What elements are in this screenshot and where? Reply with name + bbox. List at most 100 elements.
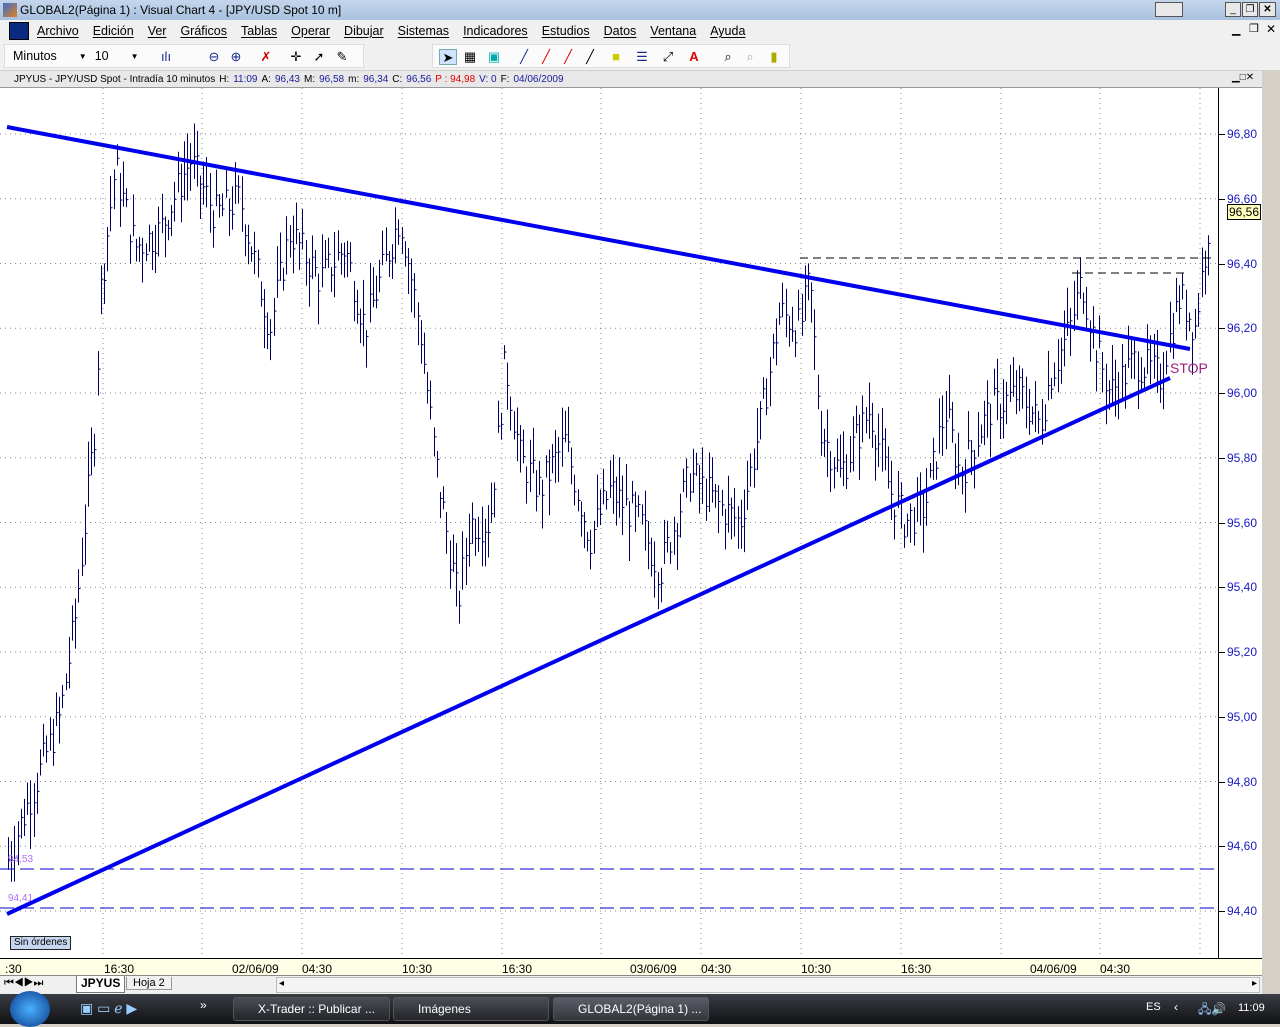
orders-status[interactable]: Sin órdenes <box>10 936 72 950</box>
projection-icon[interactable]: ⤢ <box>659 49 677 65</box>
price-tick-label: 95,80 <box>1227 450 1258 465</box>
time-axis: :30 16:30 02/06/09 04:30 10:30 16:30 03/06/09 0… <box>0 958 1262 976</box>
pen-icon[interactable]: ✎ <box>333 49 351 65</box>
rectangle-icon[interactable]: ■ <box>607 49 625 65</box>
chart-window-controls[interactable]: ▁□✕ <box>1232 72 1254 83</box>
segment-icon[interactable]: ╱ <box>581 49 599 65</box>
period-value: 10 <box>94 49 109 63</box>
tab-jpyus[interactable]: JPYUS <box>76 976 126 993</box>
menu-dibujar[interactable]: Dibujar <box>344 24 384 38</box>
fibonacci-icon[interactable]: ☰ <box>633 49 651 65</box>
ruler-icon[interactable]: ▦ <box>461 49 479 65</box>
price-tick <box>1219 911 1225 912</box>
level-label-upper: 94,53 <box>8 854 34 865</box>
chart-canvas <box>0 88 1218 958</box>
time-tick-label: 10:30 <box>402 962 433 976</box>
low-value: 96,34 <box>363 73 389 85</box>
chart-doc-icon[interactable] <box>9 22 29 40</box>
time-tick-label: :30 <box>5 962 22 976</box>
more-icon[interactable]: » <box>200 998 207 1012</box>
window-icon[interactable]: ▣ <box>485 49 503 65</box>
app-icon <box>3 3 17 17</box>
period-unit-select[interactable]: Minutos ▼ <box>13 49 87 63</box>
time-tick-label: 02/06/09 <box>232 962 279 976</box>
tab-hoja-2[interactable]: Hoja 2 <box>126 977 172 990</box>
price-tick <box>1219 328 1225 330</box>
menu-graficos[interactable]: Gráficos <box>180 24 227 38</box>
network-volume-icons[interactable]: 🖧🔊 <box>1198 1000 1226 1021</box>
price-chart[interactable]: 94,53 94,41 STOP <box>0 88 1218 958</box>
time-tick-label: 16:30 <box>104 962 135 976</box>
chevron-down-icon: ▼ <box>78 51 87 61</box>
menu-operar[interactable]: Operar <box>291 24 330 38</box>
time-tick-label: 10:30 <box>801 962 832 976</box>
text-icon[interactable]: A <box>685 49 703 65</box>
delete-bars-icon[interactable]: ✗ <box>257 49 275 65</box>
task-imagenes[interactable]: Imágenes <box>393 997 549 1021</box>
price-tick <box>1219 846 1225 848</box>
menu-sistemas[interactable]: Sistemas <box>398 24 449 38</box>
price-tick-label: 94,40 <box>1227 904 1258 918</box>
menu-tablas[interactable]: Tablas <box>241 24 277 38</box>
scroll-left-button[interactable]: ◂ <box>279 978 284 989</box>
menu-ayuda[interactable]: Ayuda <box>710 24 745 38</box>
pointer-note-icon[interactable]: ➚ <box>310 49 328 65</box>
menu-bar: Archivo Edición Ver Gráficos Tablas Oper… <box>0 20 1280 42</box>
zoom-area-icon[interactable]: ⌕ <box>719 49 737 65</box>
hour-value: 11:09 <box>233 73 258 85</box>
extra-button[interactable] <box>1155 2 1183 17</box>
symbol-label: JPYUS - JPY/USD Spot - Intradía 10 minut… <box>14 73 216 85</box>
close-button[interactable]: ✕ <box>1259 2 1276 17</box>
lower-trendline <box>6 376 1171 916</box>
high-value: 96,58 <box>319 73 345 85</box>
clock[interactable]: 11:09 <box>1238 1002 1265 1014</box>
language-indicator[interactable]: ES <box>1146 1001 1161 1013</box>
channel-icon[interactable]: ╱ <box>559 49 577 65</box>
task-global2[interactable]: GLOBAL2(Página 1) ... <box>553 997 709 1021</box>
arrow-cursor-icon[interactable]: ➤ <box>439 49 457 65</box>
date-label: F: <box>500 73 510 85</box>
close-value: 96,56 <box>406 73 432 85</box>
line-icon[interactable]: ╱ <box>515 49 533 65</box>
price-tick-label: 96,00 <box>1227 386 1258 400</box>
price-tick <box>1219 457 1225 459</box>
period-value-select[interactable]: 10 ▼ <box>95 49 139 63</box>
menu-estudios[interactable]: Estudios <box>542 24 590 38</box>
red-line-icon[interactable]: ╱ <box>537 49 555 65</box>
price-tick <box>1219 198 1225 200</box>
time-tick-label: 03/06/09 <box>630 962 677 976</box>
menu-indicadores[interactable]: Indicadores <box>463 24 528 38</box>
menu-edicion[interactable]: Edición <box>93 24 134 38</box>
minimize-button[interactable]: _ <box>1225 2 1241 17</box>
hour-label: H: <box>219 73 230 85</box>
bar-type-icon[interactable]: ılı <box>157 49 175 65</box>
menu-archivo[interactable]: Archivo <box>37 24 79 38</box>
zoom-in-icon[interactable]: ⊕ <box>227 49 245 65</box>
horizontal-scrollbar[interactable]: ◂ ▸ <box>276 977 1260 993</box>
time-tick-label: 16:30 <box>502 962 533 976</box>
chevron-left-icon[interactable]: ‹ <box>1174 1000 1178 1014</box>
tab-nav-buttons[interactable]: ⏮◀▶⏭ <box>4 977 43 990</box>
scroll-right-button[interactable]: ▸ <box>1252 978 1257 989</box>
price-tick-label: 95,60 <box>1227 515 1258 530</box>
crosshair-icon[interactable]: ✛ <box>287 49 305 65</box>
level-label-lower: 94,41 <box>8 893 34 904</box>
upper-trendline <box>6 125 1191 351</box>
quick-launch-icons[interactable]: ▣ ▭ ℯ ▶ <box>80 1000 137 1017</box>
drawing-toolbar: ➤ ▦ ▣ ╱ ╱ ╱ ╱ ■ ☰ ⤢ A ⌕ ⌕ ▮ <box>432 44 790 68</box>
stop-label: STOP <box>1170 360 1208 376</box>
mdi-close-button[interactable]: ✕ <box>1266 22 1276 36</box>
zoom-out-icon[interactable]: ⊖ <box>205 49 223 65</box>
price-tick-label: 94,60 <box>1227 839 1258 854</box>
task-xtrader[interactable]: X-Trader :: Publicar ... <box>233 997 390 1021</box>
menu-datos[interactable]: Datos <box>604 24 637 38</box>
menu-ver[interactable]: Ver <box>148 24 167 38</box>
restore-button[interactable]: ❐ <box>1242 2 1258 17</box>
menu-ventana[interactable]: Ventana <box>650 24 696 38</box>
mdi-restore-button[interactable]: ❐ <box>1249 22 1259 35</box>
start-button[interactable] <box>10 991 50 1027</box>
highlight-icon[interactable]: ▮ <box>765 49 783 65</box>
price-tick-label: 94,80 <box>1227 774 1258 789</box>
low-label: m: <box>348 73 360 85</box>
mdi-minimize-button[interactable]: ▁ <box>1232 23 1240 36</box>
